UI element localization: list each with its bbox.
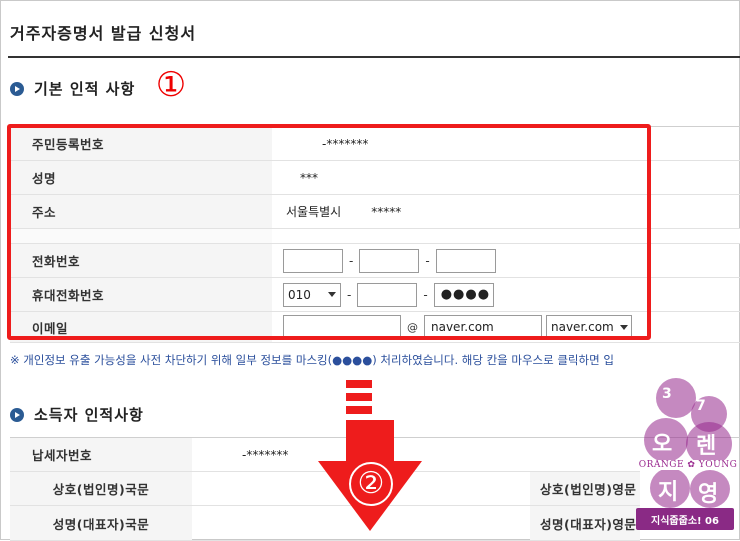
circle-arrow-right-icon xyxy=(10,407,24,422)
masking-notice: ※ 개인정보 유출 가능성을 사전 차단하기 위해 일부 정보를 마스킹(●●●… xyxy=(10,353,614,367)
arrow-stripes xyxy=(346,380,372,419)
circle-arrow-right-icon xyxy=(10,81,24,96)
watermark-num-1: 3 xyxy=(662,386,672,402)
watermark-char-1: 오 xyxy=(652,432,673,457)
watermark-char-2: 렌 xyxy=(696,434,717,459)
section-basic-info-label: 기본 인적 사항 xyxy=(34,80,136,98)
annotation-marker-2: ② xyxy=(349,462,393,506)
watermark-char-4: 영 xyxy=(698,482,719,507)
rep-name-en-label: 성명(대표자)영문 xyxy=(530,506,640,540)
section-basic-info-heading: 기본 인적 사항 xyxy=(10,78,135,99)
watermark-logo: 3 7 오 렌 ORANGE ✿ YOUNG 지 영 지식줍줍소! 06 xyxy=(636,378,740,534)
highlight-box-section1 xyxy=(7,124,651,340)
watermark-num-2: 7 xyxy=(696,398,706,414)
title-divider xyxy=(8,56,740,58)
watermark-char-3: 지 xyxy=(658,480,679,505)
big-down-arrow-shaft xyxy=(346,420,394,464)
section-income-earner-label: 소득자 인적사항 xyxy=(34,406,144,424)
annotation-marker-1: ① xyxy=(155,65,187,105)
section-income-earner-heading: 소득자 인적사항 xyxy=(10,404,144,425)
rep-name-kr-label: 성명(대표자)국문 xyxy=(10,506,192,540)
page-title: 거주자증명서 발급 신청서 xyxy=(10,24,197,43)
taxpayer-number-label: 납세자번호 xyxy=(10,438,192,471)
watermark-band: ORANGE ✿ YOUNG xyxy=(638,460,738,470)
trade-name-en-label: 상호(법인명)영문 xyxy=(530,472,640,505)
trade-name-kr-label: 상호(법인명)국문 xyxy=(10,472,192,505)
watermark-badge: 지식줍줍소! 06 xyxy=(636,508,734,530)
